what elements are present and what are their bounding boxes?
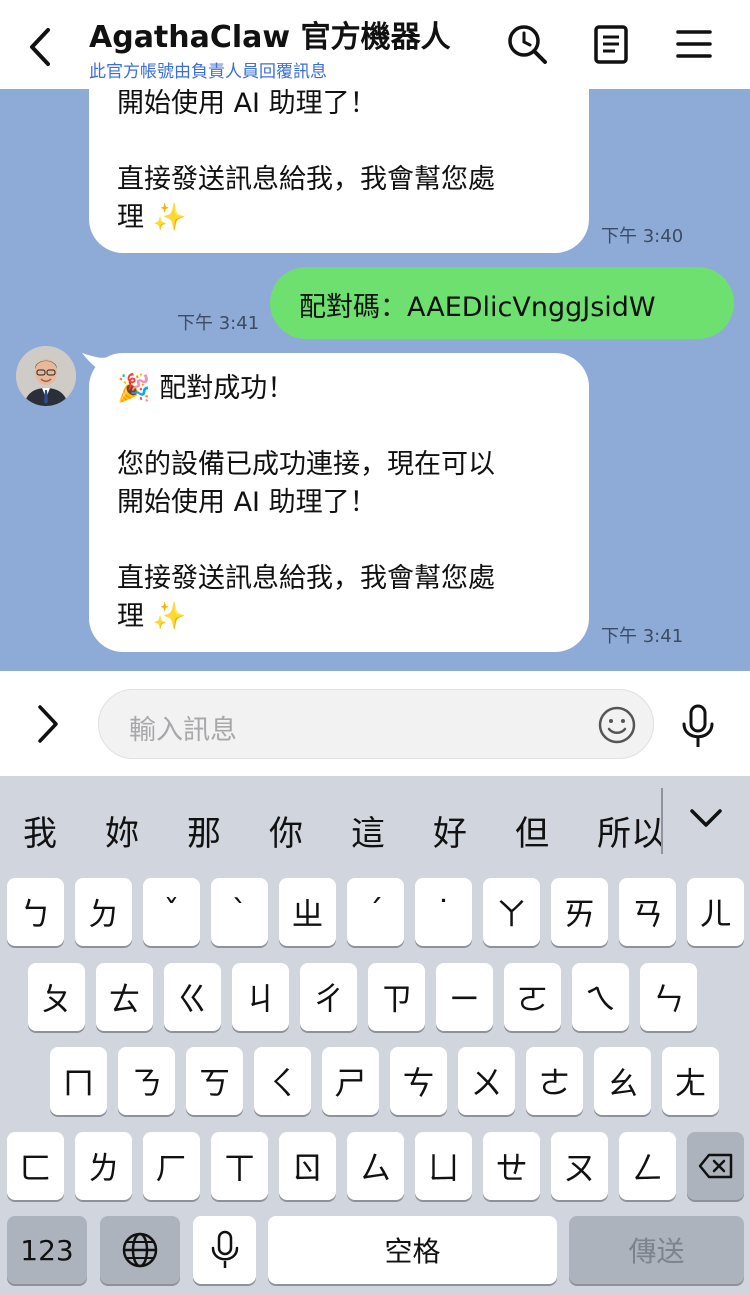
collapse-chevron-icon[interactable]: [688, 806, 724, 830]
key[interactable]: ㄙ: [347, 1132, 404, 1200]
message-line: 直接發送訊息給我，我會幫您處: [117, 164, 495, 195]
key[interactable]: ㄖ: [279, 1132, 336, 1200]
send-key[interactable]: 傳送: [569, 1216, 744, 1284]
search-icon[interactable]: [505, 22, 549, 66]
suggestion[interactable]: 好: [433, 806, 467, 855]
key[interactable]: ㄤ: [662, 1047, 719, 1115]
message-time: 下午 3:41: [177, 313, 260, 334]
backspace-key[interactable]: [687, 1132, 744, 1200]
key[interactable]: ㄞ: [551, 878, 608, 946]
key[interactable]: ㄠ: [594, 1047, 651, 1115]
message-line: [117, 522, 561, 560]
key[interactable]: ㄑ: [254, 1047, 311, 1115]
chat-subtitle: 此官方帳號由負責人員回覆訊息: [89, 62, 327, 82]
key[interactable]: ㄌ: [75, 1132, 132, 1200]
key[interactable]: ㄦ: [687, 878, 744, 946]
microphone-icon[interactable]: [678, 703, 718, 749]
suggestion-divider: [661, 788, 663, 854]
key[interactable]: ㄘ: [390, 1047, 447, 1115]
key[interactable]: ㄛ: [504, 963, 561, 1031]
backspace-icon: [698, 1153, 732, 1179]
suggestion[interactable]: 我: [23, 806, 57, 855]
microphone-icon: [211, 1230, 238, 1268]
key[interactable]: ˙: [415, 878, 472, 946]
suggestion[interactable]: 但: [515, 806, 549, 855]
key[interactable]: ㄡ: [551, 1132, 608, 1200]
message-input[interactable]: 輸入訊息: [98, 689, 654, 759]
suggestion[interactable]: 這: [351, 806, 385, 855]
key[interactable]: ㄨ: [458, 1047, 515, 1115]
key[interactable]: ㄜ: [526, 1047, 583, 1115]
key[interactable]: ㄓ: [279, 878, 336, 946]
key[interactable]: ㄊ: [96, 963, 153, 1031]
key[interactable]: ㄚ: [483, 878, 540, 946]
message-line: 開始使用 AI 助理了！: [117, 487, 377, 518]
avatar[interactable]: [16, 346, 76, 406]
numbers-key[interactable]: 123: [7, 1216, 87, 1284]
message-line: 直接發送訊息給我，我會幫您處: [117, 563, 495, 594]
globe-key[interactable]: [100, 1216, 180, 1284]
chat-area[interactable]: 開始使用 AI 助理了！ 直接發送訊息給我，我會幫您處 理 ✨ 下午 3:40 …: [0, 89, 750, 671]
key[interactable]: ㄟ: [572, 963, 629, 1031]
message-bubble[interactable]: 開始使用 AI 助理了！ 直接發送訊息給我，我會幫您處 理 ✨: [89, 89, 589, 253]
message-line: 🎉 配對成功！: [117, 373, 295, 404]
key[interactable]: ㄅ: [7, 878, 64, 946]
key[interactable]: ㄥ: [619, 1132, 676, 1200]
suggestion[interactable]: 你: [269, 806, 303, 855]
chat-title: AgathaClaw 官方機器人: [89, 20, 451, 55]
key[interactable]: ㄆ: [28, 963, 85, 1031]
space-key[interactable]: 空格: [268, 1216, 557, 1284]
key[interactable]: ㄢ: [619, 878, 676, 946]
message-input-placeholder: 輸入訊息: [129, 715, 237, 746]
notes-icon[interactable]: [589, 22, 633, 66]
key[interactable]: ㄗ: [368, 963, 425, 1031]
key[interactable]: ㄣ: [640, 963, 697, 1031]
key[interactable]: ˊ: [347, 878, 404, 946]
message-bubble[interactable]: 🎉 配對成功！ 您的設備已成功連接，現在可以 開始使用 AI 助理了！ 直接發送…: [89, 353, 589, 652]
back-chevron-icon[interactable]: [22, 22, 62, 72]
expand-chevron-icon[interactable]: [28, 701, 68, 747]
dictation-key[interactable]: [193, 1216, 256, 1284]
globe-icon: [122, 1232, 158, 1268]
key[interactable]: ㄎ: [186, 1047, 243, 1115]
suggestion[interactable]: 那: [187, 806, 221, 855]
message-line: [117, 123, 561, 161]
key[interactable]: ㄝ: [483, 1132, 540, 1200]
suggestion[interactable]: 所以: [597, 806, 661, 855]
key[interactable]: ㄐ: [232, 963, 289, 1031]
zhuyin-keyboard: 我 妳 那 你 這 好 但 所以 ㄅ ㄉ ˇ ˋ ㄓ ˊ ˙ ㄚ ㄞ ㄢ ㄦ ㄆ…: [0, 776, 750, 1295]
key[interactable]: ㄕ: [322, 1047, 379, 1115]
key[interactable]: ˋ: [211, 878, 268, 946]
key[interactable]: ㄋ: [118, 1047, 175, 1115]
key[interactable]: ㄇ: [50, 1047, 107, 1115]
key[interactable]: ㄩ: [415, 1132, 472, 1200]
message-line: 開始使用 AI 助理了！: [117, 89, 377, 119]
emoji-icon[interactable]: [597, 705, 637, 745]
key[interactable]: ˇ: [143, 878, 200, 946]
message-composer: 輸入訊息: [0, 671, 750, 776]
message-line: 理 ✨: [117, 601, 187, 632]
message-line: [117, 408, 561, 446]
message-time: 下午 3:40: [601, 226, 684, 247]
message-line: 您的設備已成功連接，現在可以: [117, 449, 495, 480]
key[interactable]: ㄈ: [7, 1132, 64, 1200]
key[interactable]: ㄔ: [300, 963, 357, 1031]
outgoing-message-bubble[interactable]: 配對碼：AAEDlicVnggJsidW: [270, 267, 734, 339]
message-line: 理 ✨: [117, 202, 187, 233]
key[interactable]: ㄍ: [164, 963, 221, 1031]
suggestion[interactable]: 妳: [105, 806, 139, 855]
chat-header: AgathaClaw 官方機器人 此官方帳號由負責人員回覆訊息: [0, 0, 750, 89]
key[interactable]: ㄧ: [436, 963, 493, 1031]
key[interactable]: ㄒ: [211, 1132, 268, 1200]
key[interactable]: ㄏ: [143, 1132, 200, 1200]
key[interactable]: ㄉ: [75, 878, 132, 946]
menu-icon[interactable]: [672, 22, 716, 66]
message-time: 下午 3:41: [601, 626, 684, 647]
message-text: 配對碼：AAEDlicVnggJsidW: [299, 292, 656, 323]
